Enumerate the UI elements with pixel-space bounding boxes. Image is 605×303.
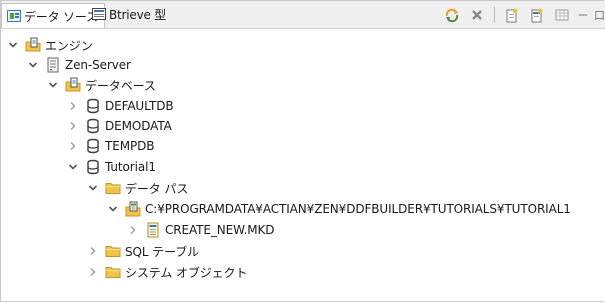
tree-node-db-tutorial1[interactable]: Tutorial1 xyxy=(67,157,156,177)
tree-label: TEMPDB xyxy=(105,139,155,153)
tree-node-path[interactable]: C:¥PROGRAMDATA¥ACTIAN¥ZEN¥DDFBUILDER¥TUT… xyxy=(107,199,571,219)
tree-label: SQL テーブル xyxy=(125,244,200,259)
tree-node-file[interactable]: CREATE_NEW.MKD xyxy=(127,220,275,240)
chevron-right-icon[interactable] xyxy=(127,224,139,236)
database-icon xyxy=(85,98,101,114)
data-source-icon xyxy=(7,10,21,22)
chevron-right-icon[interactable] xyxy=(87,245,99,257)
grid-button[interactable] xyxy=(554,7,570,23)
refresh-icon xyxy=(445,8,458,23)
grid-icon xyxy=(555,9,568,21)
toolbar-separator xyxy=(493,7,495,23)
tree-label: Tutorial1 xyxy=(105,160,156,174)
folder-icon xyxy=(105,264,121,280)
chevron-down-icon[interactable] xyxy=(47,79,59,91)
chevron-down-icon[interactable] xyxy=(87,182,99,194)
file-icon xyxy=(145,222,161,238)
tree-node-system-objects[interactable]: システム オブジェクト xyxy=(87,262,247,282)
tree-node-engine[interactable]: エンジン xyxy=(7,35,93,55)
database-icon xyxy=(85,159,101,175)
folder-icon xyxy=(105,180,121,196)
folder-icon xyxy=(105,243,121,259)
new-table-icon xyxy=(531,8,543,23)
tree-label: データベース xyxy=(85,78,156,93)
chevron-right-icon[interactable] xyxy=(87,266,99,278)
tree-label: CREATE_NEW.MKD xyxy=(165,223,275,237)
refresh-button[interactable] xyxy=(444,7,460,23)
server-icon xyxy=(45,57,61,73)
chevron-right-icon[interactable] xyxy=(67,140,79,152)
engine-icon xyxy=(25,37,41,53)
tree-label: データ パス xyxy=(125,181,189,196)
data-source-panel: データ ソース Btrieve 型 ー 口 エンジン Zen-Server デー… xyxy=(0,0,605,302)
view-toolbar: ー 口 xyxy=(435,7,605,23)
tree-node-db-tempdb[interactable]: TEMPDB xyxy=(67,136,154,156)
btrieve-type-icon xyxy=(92,8,106,20)
tree-node-data-paths[interactable]: データ パス xyxy=(87,178,188,198)
tree-node-db-demodata[interactable]: DEMODATA xyxy=(67,116,172,136)
database-icon xyxy=(85,138,101,154)
tree-node-server[interactable]: Zen-Server xyxy=(27,55,131,75)
tree-node-databases[interactable]: データベース xyxy=(47,75,156,95)
chevron-down-icon[interactable] xyxy=(27,59,39,71)
tab-strip: データ ソース Btrieve 型 ー 口 xyxy=(1,1,605,29)
chevron-down-icon[interactable] xyxy=(107,203,119,215)
chevron-down-icon[interactable] xyxy=(7,39,19,51)
chevron-down-icon[interactable] xyxy=(67,161,79,173)
tree-node-db-defaultdb[interactable]: DEFAULTDB xyxy=(67,96,174,116)
tree-label: エンジン xyxy=(45,38,93,53)
tree-label: DEMODATA xyxy=(105,119,172,133)
tree-label: DEFAULTDB xyxy=(105,99,174,113)
database-icon xyxy=(85,118,101,134)
data-path-icon xyxy=(125,201,141,217)
chevron-right-icon[interactable] xyxy=(67,100,79,112)
new-file-icon xyxy=(506,8,518,23)
tree-label: システム オブジェクト xyxy=(125,265,248,280)
delete-icon xyxy=(471,10,482,20)
window-controls[interactable]: ー 口 xyxy=(578,7,605,23)
data-source-tree: エンジン Zen-Server データベース DEFAULTDB DEMODAT… xyxy=(1,29,604,301)
tree-node-sql-tables[interactable]: SQL テーブル xyxy=(87,241,199,261)
databases-folder-icon xyxy=(65,77,81,93)
tree-label: Zen-Server xyxy=(65,58,131,72)
chevron-right-icon[interactable] xyxy=(67,120,79,132)
new-table-button[interactable] xyxy=(529,7,545,23)
tab-btrieve-type-label: Btrieve 型 xyxy=(109,7,167,22)
delete-button[interactable] xyxy=(469,7,485,23)
tree-label: C:¥PROGRAMDATA¥ACTIAN¥ZEN¥DDFBUILDER¥TUT… xyxy=(145,202,571,216)
tab-btrieve-type[interactable]: Btrieve 型 xyxy=(87,3,172,25)
new-file-button[interactable] xyxy=(504,7,520,23)
